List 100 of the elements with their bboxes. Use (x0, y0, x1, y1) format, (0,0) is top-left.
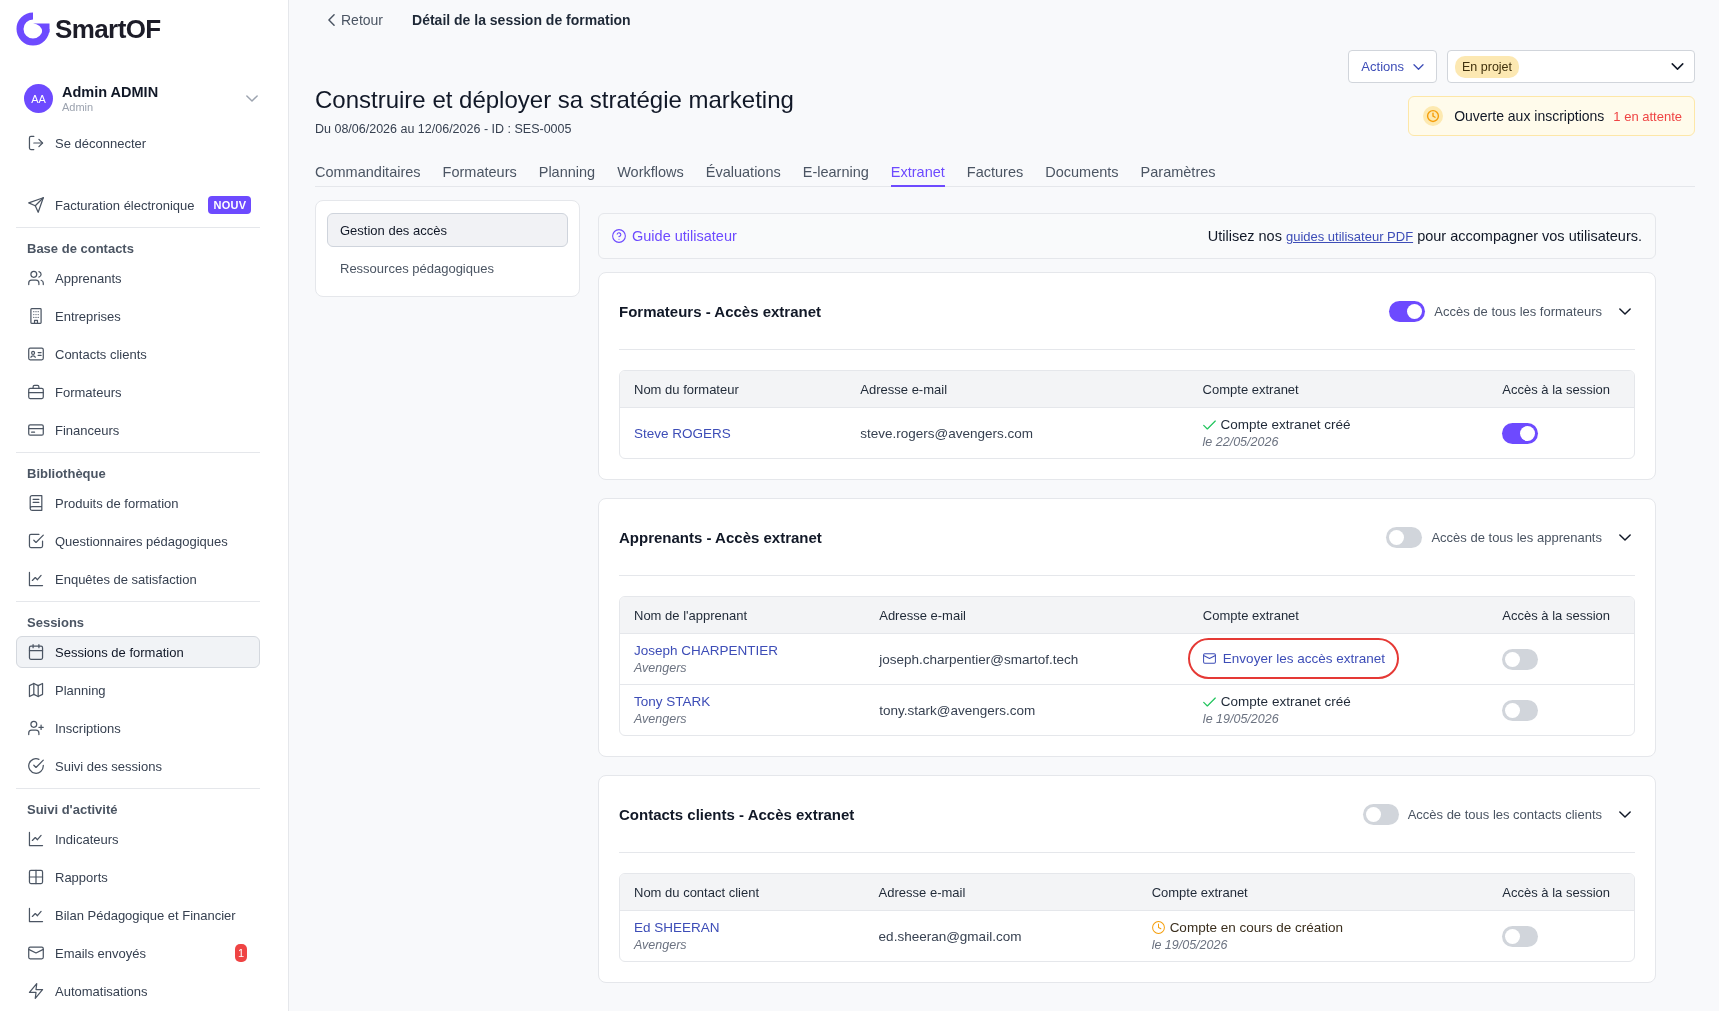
back-button[interactable]: Retour (328, 12, 384, 28)
toggle-switch[interactable] (1362, 803, 1399, 825)
actions-button[interactable]: Actions (1348, 50, 1437, 83)
clock-icon (1423, 106, 1444, 126)
logout-icon (28, 135, 44, 151)
column-header: Compte extranet (1188, 597, 1489, 634)
count-badge: 1 (234, 944, 247, 962)
line-chart-icon (28, 571, 44, 587)
account-status: Compte en cours de création (1169, 920, 1343, 935)
building-icon (28, 308, 44, 324)
company-name: Avengers (634, 712, 687, 726)
send-access-link[interactable]: Envoyer les accès extranet (1202, 651, 1385, 666)
tab[interactable]: Extranet (890, 155, 945, 187)
tab[interactable]: Évaluations (705, 155, 781, 187)
mail-icon (1202, 653, 1216, 664)
sidebar-item[interactable]: Suivi des sessions (16, 750, 260, 782)
person-name-link[interactable]: Joseph CHARPENTIER (634, 643, 779, 658)
sidebar-item[interactable]: Facturation électronique NOUV (16, 189, 260, 221)
column-header: Adresse e-mail (865, 597, 1189, 634)
toggle-switch[interactable] (1502, 925, 1539, 947)
tab[interactable]: Factures (966, 155, 1024, 187)
chevron-down-icon (1671, 63, 1684, 70)
company-name: Avengers (634, 938, 687, 952)
toggle-switch[interactable] (1502, 699, 1539, 721)
user-name: Admin ADMIN (62, 83, 160, 101)
card-title: Formateurs - Accès extranet (619, 302, 823, 320)
toggle-switch[interactable] (1502, 422, 1539, 444)
tab[interactable]: Workflows (617, 155, 684, 187)
status-select[interactable]: En projet (1447, 50, 1695, 83)
person-name-link[interactable]: Tony STARK (634, 694, 711, 709)
toggle-label: Accès de tous les apprenants (1431, 529, 1602, 545)
tab[interactable]: Commanditaires (315, 155, 421, 187)
column-header: Nom du contact client (620, 874, 865, 911)
sidebar-item[interactable]: Entreprises (16, 300, 260, 332)
calendar-icon (28, 644, 44, 660)
sidebar-item[interactable]: Formateurs (16, 376, 260, 408)
person-name-link[interactable]: Ed SHEERAN (634, 920, 720, 935)
guide-link[interactable]: Guide utilisateur (612, 228, 737, 244)
tab[interactable]: Formateurs (442, 155, 517, 187)
help-icon (612, 229, 626, 243)
chevron-down-icon[interactable] (1619, 810, 1631, 818)
toggle-switch[interactable] (1386, 526, 1423, 548)
email-text: tony.stark@avengers.com (879, 702, 1036, 718)
chevron-down-icon[interactable] (1619, 533, 1631, 541)
sidebar-item[interactable]: Sessions de formation (16, 636, 260, 668)
paper-plane-icon (28, 197, 44, 213)
column-header: Accès à la session (1488, 597, 1634, 634)
sidebar-item[interactable]: Planning (16, 674, 260, 706)
sidebar-item[interactable]: Financeurs (16, 414, 260, 446)
sidebar-item[interactable]: Indicateurs (16, 823, 260, 855)
card-title: Contacts clients - Accès extranet (619, 805, 856, 823)
credit-card-icon (28, 422, 44, 438)
briefcase-icon (28, 384, 44, 400)
account-status: Compte extranet créé (1220, 417, 1351, 432)
sidebar-item[interactable]: Emails envoyés 1 (16, 937, 260, 969)
section-heading: Base de contacts (26, 240, 135, 258)
column-header: Accès à la session (1488, 371, 1634, 408)
pdf-guide-link[interactable]: guides utilisateur PDF (1285, 229, 1414, 244)
check-icon (1202, 696, 1216, 707)
map-icon (28, 682, 44, 698)
toggle-switch[interactable] (1502, 648, 1539, 670)
user-plus-icon (28, 720, 44, 736)
chevron-down-icon[interactable] (1619, 307, 1631, 315)
logo-icon (16, 12, 50, 46)
check-icon (1202, 419, 1216, 430)
line-chart-icon (28, 907, 44, 923)
sidebar-item[interactable]: Produits de formation (16, 487, 260, 519)
clock-icon (1151, 921, 1165, 934)
toggle-label: Accès de tous les formateurs (1434, 303, 1602, 319)
subnav-item[interactable]: Ressources pédagogiques (327, 251, 568, 285)
account-status: Compte extranet créé (1220, 694, 1351, 709)
sidebar-item[interactable]: Rapports (16, 861, 260, 893)
sidebar-item[interactable]: Apprenants (16, 262, 260, 294)
logout-button[interactable]: Se déconnecter (16, 127, 260, 159)
email-text: ed.sheeran@gmail.com (878, 928, 1022, 944)
sidebar-item[interactable]: Enquêtes de satisfaction (16, 563, 260, 595)
column-header: Compte extranet (1137, 874, 1489, 911)
grid-icon (28, 869, 44, 885)
user-role: Admin (62, 101, 95, 114)
tab[interactable]: Documents (1045, 155, 1119, 187)
id-card-icon (28, 346, 44, 362)
company-name: Avengers (634, 661, 687, 675)
subnav-item[interactable]: Gestion des accès (327, 213, 568, 247)
sidebar-item[interactable]: Contacts clients (16, 338, 260, 370)
tab[interactable]: E-learning (802, 155, 869, 187)
sidebar-item[interactable]: Automatisations (16, 975, 260, 1007)
column-header: Compte extranet (1188, 371, 1489, 408)
sidebar-item[interactable]: Questionnaires pédagogiques (16, 525, 260, 557)
person-name-link[interactable]: Steve ROGERS (634, 425, 731, 441)
account-date: le 22/05/2026 (1202, 435, 1280, 449)
sidebar-item[interactable]: Inscriptions (16, 712, 260, 744)
column-header: Nom du formateur (620, 371, 847, 408)
tab[interactable]: Paramètres (1140, 155, 1216, 187)
check-circle-icon (28, 758, 44, 774)
column-header: Adresse e-mail (846, 371, 1189, 408)
line-chart-icon (28, 831, 44, 847)
toggle-switch[interactable] (1389, 300, 1426, 322)
tab[interactable]: Planning (538, 155, 596, 187)
sidebar-item[interactable]: Bilan Pédagogique et Financier (16, 899, 260, 931)
status-badge: En projet (1455, 55, 1520, 78)
